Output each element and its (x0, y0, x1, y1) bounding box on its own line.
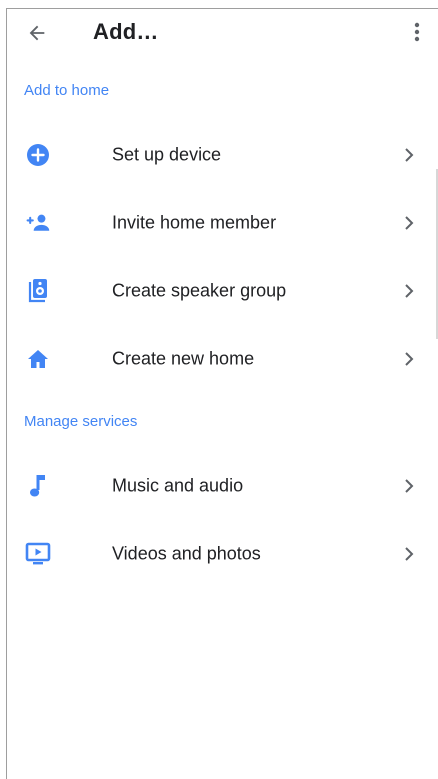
app-screen: Add… Add to home Set up device Invite ho… (6, 8, 438, 779)
section-header-manage-services: Manage services (24, 413, 138, 430)
list-item-create-speaker-group[interactable]: Create speaker group (7, 263, 438, 319)
chevron-right-icon (402, 477, 416, 495)
more-vert-icon (414, 22, 420, 42)
list-item-label: Invite home member (112, 212, 277, 233)
chevron-right-icon (402, 146, 416, 164)
music-note-icon (25, 473, 51, 499)
chevron-right-icon (402, 545, 416, 563)
speaker-icon (25, 278, 51, 304)
add-circle-icon (25, 142, 51, 168)
section-header-add-to-home: Add to home (24, 82, 110, 99)
person-add-icon (25, 210, 51, 236)
list-item-invite-home-member[interactable]: Invite home member (7, 195, 438, 251)
list-item-videos-and-photos[interactable]: Videos and photos (7, 526, 438, 582)
back-button[interactable] (21, 17, 53, 49)
list-item-label: Set up device (112, 144, 222, 165)
chevron-right-icon (402, 214, 416, 232)
more-options-button[interactable] (402, 15, 432, 49)
list-item-label: Create new home (112, 348, 255, 369)
home-icon (25, 346, 51, 372)
list-item-label: Music and audio (112, 475, 244, 496)
list-item-create-new-home[interactable]: Create new home (7, 331, 438, 387)
video-display-icon (25, 541, 51, 567)
app-bar: Add… (7, 9, 438, 55)
arrow-back-icon (29, 25, 45, 41)
page-title: Add… (93, 19, 159, 44)
list-item-label: Create speaker group (112, 280, 287, 301)
chevron-right-icon (402, 350, 416, 368)
list-item-set-up-device[interactable]: Set up device (7, 127, 438, 183)
list-item-label: Videos and photos (112, 543, 261, 564)
list-item-music-and-audio[interactable]: Music and audio (7, 458, 438, 514)
chevron-right-icon (402, 282, 416, 300)
